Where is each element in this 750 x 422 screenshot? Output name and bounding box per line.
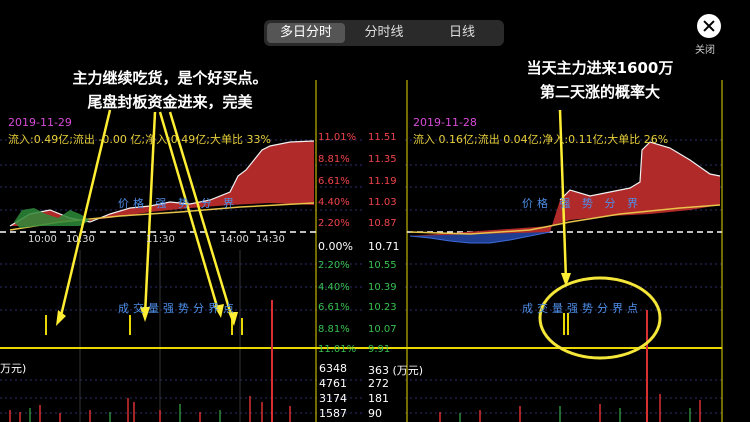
time-label: 10:30 [66, 234, 95, 245]
left-fund-flow: 流入:0.49亿;流出 -0.00 亿;净入:0.49亿;大单比 33% [8, 133, 271, 146]
volume-tick: 6348 [319, 362, 347, 375]
price-tick: 9.91 [368, 344, 391, 355]
price-tick: 11.51 [368, 132, 397, 143]
price-tick: 11.19 [368, 176, 397, 187]
price-tick: 10.55 [368, 260, 397, 271]
percent-tick: 6.61% [318, 176, 350, 187]
volume-tick: 4761 [319, 377, 347, 390]
price-tick: 10.07 [368, 324, 397, 335]
price-tick: 10.87 [368, 218, 397, 229]
percent-tick: 4.40% [318, 282, 350, 293]
right-price-strength-label: 价格 强 势 分 界 [522, 197, 642, 210]
percent-tick: 2.20% [318, 260, 350, 271]
time-label: 10:00 [28, 234, 57, 245]
volume-tick: 272 [368, 377, 389, 390]
price-tick: 10.71 [368, 240, 400, 253]
percent-tick: 8.81% [318, 324, 350, 335]
left-date: 2019-11-29 [8, 116, 72, 129]
percent-tick: 0.00% [318, 240, 353, 253]
left-volume-strength-label: 成交量强势分界点 [118, 302, 238, 315]
percent-tick: 11.01% [318, 344, 357, 355]
time-label: 14:00 [220, 234, 249, 245]
price-tick: 10.23 [368, 302, 397, 313]
percent-tick: 4.40% [318, 197, 350, 208]
price-tick: 11.03 [368, 197, 397, 208]
price-tick: 10.39 [368, 282, 397, 293]
percent-tick: 6.61% [318, 302, 350, 313]
volume-tick: 3174 [319, 392, 347, 405]
volume-unit-right: 363 (万元) [368, 364, 424, 377]
right-volume-strength-label: 成交量强势分界点 [522, 302, 642, 315]
left-price-strength-label: 价格 强 势 分 界 [118, 197, 238, 210]
annotation-left-line1: 主力继续吃货，是个好买点。 [72, 69, 268, 87]
percent-tick: 11.01% [318, 132, 357, 143]
percent-tick: 2.20% [318, 218, 350, 229]
right-fund-flow: 流入 0.16亿;流出 0.04亿;净入:0.11亿;大单比 26% [413, 133, 669, 146]
volume-unit-left: 万元) [0, 362, 27, 375]
volume-tick: 181 [368, 392, 389, 405]
right-date: 2019-11-28 [413, 116, 477, 129]
percent-tick: 8.81% [318, 154, 350, 165]
annotation-right-line2: 第二天涨的概率大 [539, 83, 660, 101]
time-label: 11:30 [146, 234, 175, 245]
price-tick: 11.35 [368, 154, 397, 165]
volume-tick: 1587 [319, 407, 347, 420]
time-label: 14:30 [256, 234, 285, 245]
annotation-left-line2: 尾盘封板资金进来，完美 [87, 93, 253, 111]
annotation-right-line1: 当天主力进来1600万 [526, 59, 674, 77]
volume-tick: 90 [368, 407, 382, 420]
